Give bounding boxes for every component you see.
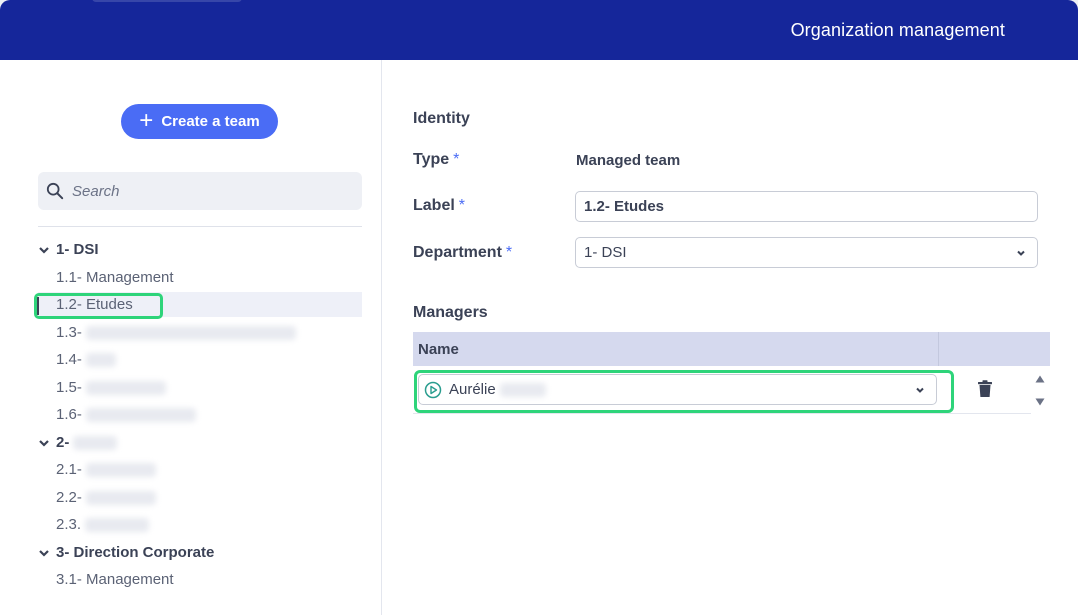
search-icon	[46, 182, 64, 200]
type-value: Managed team	[576, 152, 681, 169]
required-mark: *	[458, 197, 466, 214]
tree-item-1-1[interactable]: 1.1- Management	[38, 265, 362, 290]
tree-item-1-4[interactable]: 1.4-	[38, 347, 362, 372]
tree-group-label: 1- DSI	[56, 241, 99, 258]
redacted-text	[85, 517, 150, 532]
tree-item-label: 2.2-	[56, 489, 82, 506]
redacted-text	[85, 462, 156, 477]
caret-down-icon[interactable]	[1034, 397, 1046, 407]
tree-item-label: 1.5-	[56, 379, 82, 396]
tree-item-2-3[interactable]: 2.3.	[38, 512, 362, 537]
tree-item-label: 1.3-	[56, 324, 82, 341]
chevron-down-icon	[1017, 250, 1025, 256]
tree-item-1-5[interactable]: 1.5-	[38, 375, 362, 400]
plus-icon: +	[139, 106, 154, 134]
label-input-value: 1.2- Etudes	[584, 198, 665, 215]
caret-up-icon[interactable]	[1034, 374, 1046, 384]
chevron-down-icon	[39, 246, 49, 254]
create-team-button[interactable]: + Create a team	[121, 104, 278, 139]
redacted-text	[85, 380, 166, 395]
tree-item-label: 1.1- Management	[56, 269, 174, 286]
label-input[interactable]: 1.2- Etudes	[575, 191, 1038, 222]
tree-group-3[interactable]: 3- Direction Corporate	[38, 544, 214, 561]
tree-item-3-1[interactable]: 3.1- Management	[38, 567, 362, 592]
chevron-down-icon	[39, 549, 49, 557]
tree-item-1-2[interactable]: 1.2- Etudes	[38, 292, 362, 317]
redacted-text	[499, 382, 546, 397]
manager-select[interactable]: Aurélie	[418, 374, 937, 405]
tree-item-label: 1.2- Etudes	[56, 296, 133, 313]
search-input[interactable]	[72, 182, 342, 200]
tree-item-label: 3.1- Management	[56, 571, 174, 588]
tree-item-1-6[interactable]: 1.6-	[38, 402, 362, 427]
create-team-label: Create a team	[161, 113, 260, 130]
app-window: Organization management + Create a team …	[0, 0, 1078, 615]
tree-item-label: 2.3.	[56, 516, 82, 533]
chevron-down-icon	[39, 439, 49, 447]
column-separator	[938, 332, 939, 366]
label-label-text: Label	[413, 197, 455, 214]
play-circle-icon	[424, 381, 442, 398]
tree-item-label: 2.1-	[56, 461, 82, 478]
tree-group-2[interactable]: 2-	[38, 434, 118, 451]
header-ghost-text	[92, 0, 242, 2]
sidebar-divider	[38, 226, 362, 227]
redacted-text	[85, 407, 196, 422]
redacted-text	[85, 352, 116, 367]
tree-item-2-2[interactable]: 2.2-	[38, 485, 362, 510]
managers-table-header: Name	[413, 332, 1050, 366]
top-header: Organization management	[0, 0, 1078, 60]
manager-select-content: Aurélie	[424, 381, 546, 399]
department-label: Department *	[413, 244, 512, 262]
selection-marker	[36, 297, 39, 315]
department-select[interactable]: 1- DSI	[575, 237, 1038, 268]
redacted-text	[85, 325, 296, 340]
search-box	[38, 172, 362, 210]
redacted-text	[85, 490, 156, 505]
trash-icon[interactable]	[977, 380, 993, 398]
manager-name: Aurélie	[449, 381, 496, 398]
required-mark: *	[505, 244, 513, 261]
type-label-text: Type	[413, 151, 450, 168]
tree-group-dsi[interactable]: 1- DSI	[38, 241, 99, 258]
tree-item-2-1[interactable]: 2.1-	[38, 457, 362, 482]
department-label-text: Department	[413, 244, 502, 261]
redacted-text	[73, 435, 118, 450]
tree-item-1-3[interactable]: 1.3-	[38, 320, 362, 345]
department-select-value: 1- DSI	[584, 244, 627, 261]
column-header-name: Name	[418, 341, 459, 358]
identity-title: Identity	[413, 110, 470, 127]
tree-item-label: 1.6-	[56, 406, 82, 423]
required-mark: *	[453, 151, 460, 168]
page-title: Organization management	[790, 20, 1005, 40]
chevron-down-icon	[916, 387, 924, 393]
tree-item-label: 1.4-	[56, 351, 82, 368]
tree-group-label: 3- Direction Corporate	[56, 544, 215, 561]
type-label: Type *	[413, 151, 459, 169]
table-row-divider	[413, 413, 1031, 414]
managers-title: Managers	[413, 304, 488, 321]
label-label: Label *	[413, 197, 465, 215]
tree-group-label: 2-	[56, 434, 70, 451]
